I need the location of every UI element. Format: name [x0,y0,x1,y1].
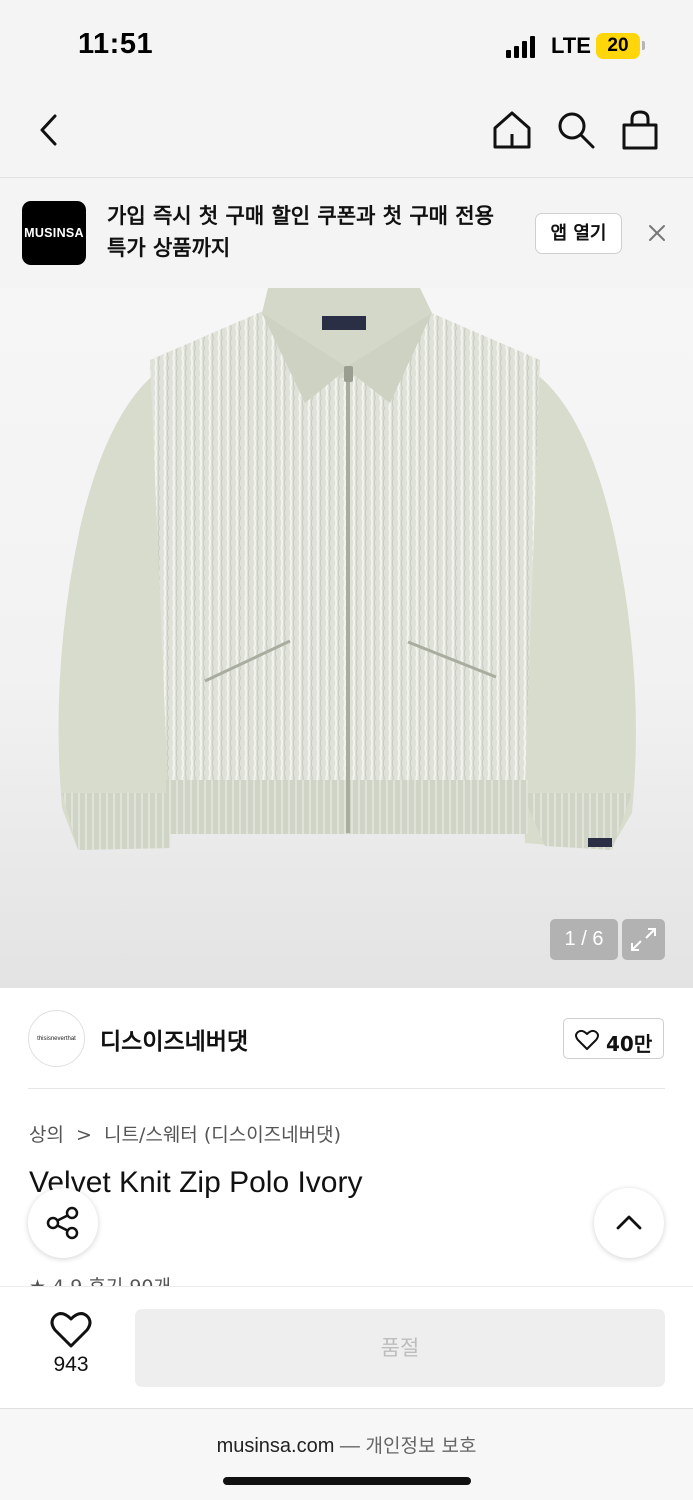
breadcrumb-subcategory[interactable]: 니트/스웨터 (디스이즈네버댓) [104,1120,341,1147]
brand-name[interactable]: 디스이즈네버댓 [100,1022,248,1056]
banner-message-line2: 특가 상품까지 [107,236,231,260]
scroll-top-button[interactable] [594,1188,664,1258]
product-photo [58,288,636,850]
chevron-up-icon [616,1215,642,1230]
network-label: LTE [551,33,591,58]
soldout-button[interactable]: 품절 [135,1309,665,1387]
musinsa-logo: MUSINSA [22,201,86,265]
status-bar: 11:51 LTE 20 [0,0,693,90]
open-app-button[interactable]: 앱 열기 [535,213,622,254]
divider [28,1088,665,1089]
home-icon[interactable] [490,108,534,152]
breadcrumb: 상의 > 니트/스웨터 (디스이즈네버댓) [29,1120,341,1147]
footer-url-row[interactable]: musinsa.com — 개인정보 보호 [0,1431,693,1458]
share-button[interactable] [28,1188,98,1258]
expand-icon[interactable] [622,919,665,960]
banner-message: 가입 즉시 첫 구매 할인 쿠폰과 첫 구매 전용 특가 상품까지 [107,200,517,264]
rating-summary[interactable]: ★ 4.9 후기 90개 [29,1274,171,1286]
breadcrumb-separator: > [76,1124,92,1146]
bottom-action-bar: 943 품절 [0,1286,693,1408]
banner-message-line1: 가입 즉시 첫 구매 할인 쿠폰과 첫 구매 전용 [107,204,494,228]
shopping-bag-icon[interactable] [618,108,662,152]
image-counter: 1 / 6 [550,919,618,960]
product-image-carousel[interactable]: 1 / 6 [0,288,693,988]
footer-separator: — [334,1435,366,1457]
share-icon [46,1206,79,1240]
brand-row[interactable]: thisisneverthat 디스이즈네버댓 40만 [0,988,693,1088]
app-download-banner: MUSINSA 가입 즉시 첫 구매 할인 쿠폰과 첫 구매 전용 특가 상품까… [0,178,693,288]
home-indicator[interactable] [223,1477,471,1485]
heart-icon [575,1029,599,1050]
battery-icon: 20 [596,33,640,59]
signal-icon [506,36,536,58]
footer-url[interactable]: musinsa.com [217,1435,335,1457]
brand-like-count: 40만 [606,1032,653,1056]
brand-like-button[interactable]: 40만 [563,1018,664,1059]
status-time: 11:51 [78,28,154,60]
search-icon[interactable] [554,108,598,152]
heart-icon[interactable] [50,1311,92,1349]
privacy-label[interactable]: 개인정보 보호 [366,1435,477,1457]
battery-tip [642,41,645,50]
breadcrumb-category[interactable]: 상의 [29,1120,64,1147]
close-icon[interactable] [644,220,670,246]
brand-logo[interactable]: thisisneverthat [28,1010,85,1067]
browser-footer: musinsa.com — 개인정보 보호 [0,1408,693,1500]
chevron-left-icon[interactable] [28,108,72,152]
like-count: 943 [53,1353,89,1376]
top-nav-bar [0,90,693,178]
